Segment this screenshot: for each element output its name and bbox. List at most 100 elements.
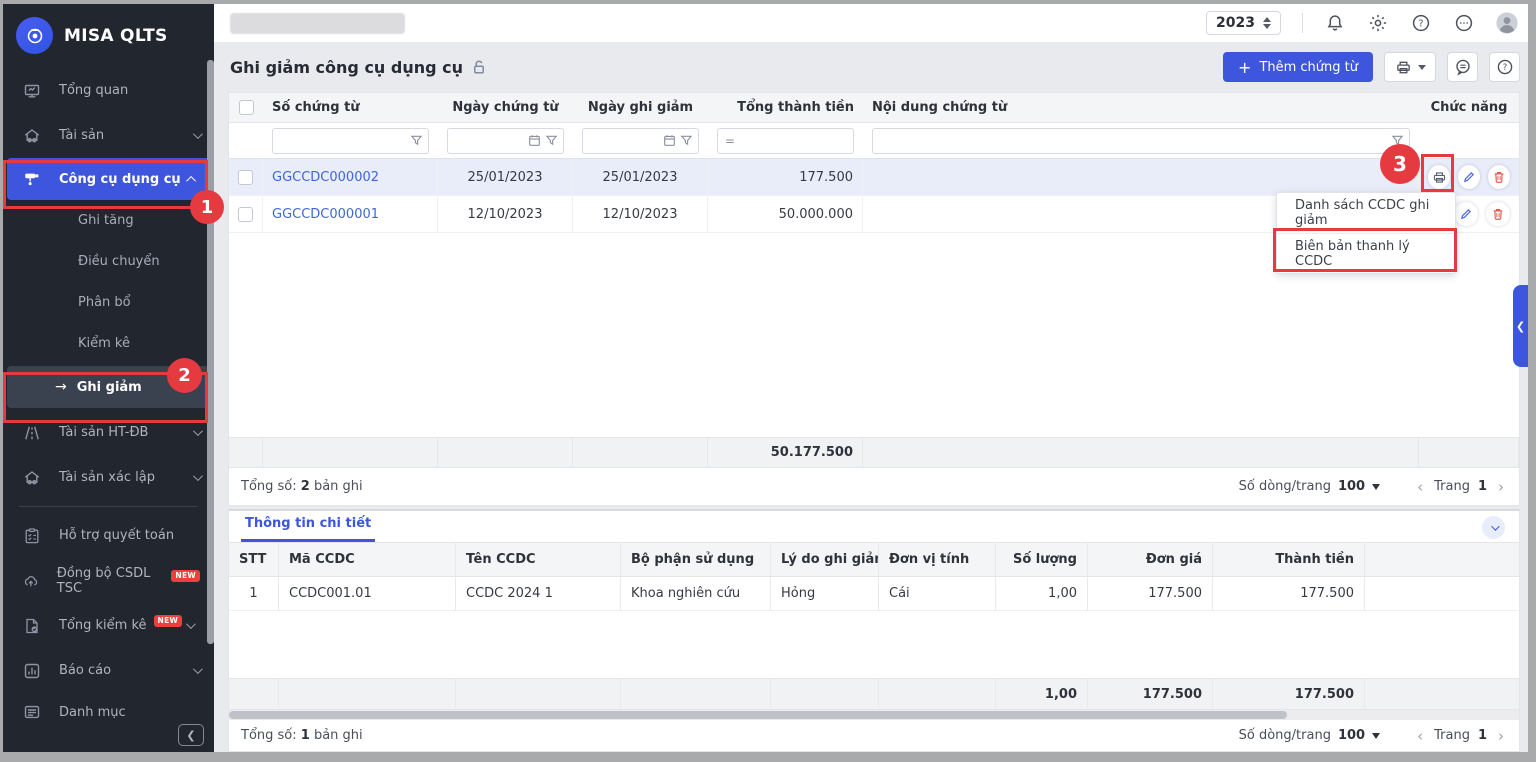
record-count: 2 — [301, 479, 310, 494]
app-window: MISA QLTS Tổng quan Tài sản Công cụ dụng… — [3, 4, 1528, 752]
col-don-gia[interactable]: Đơn giá — [1088, 543, 1213, 576]
total-records-label: Tổng số: — [241, 479, 297, 494]
new-badge: NEW — [171, 570, 200, 582]
header-actions: + Thêm chứng từ ? — [1223, 52, 1520, 82]
col-so-luong[interactable]: Số lượng — [996, 543, 1088, 576]
detail-collapse-button[interactable] — [1482, 516, 1505, 539]
add-document-button[interactable]: + Thêm chứng từ — [1223, 52, 1373, 82]
settings-gear-icon[interactable] — [1367, 12, 1389, 34]
prev-page-button[interactable]: ‹ — [1414, 727, 1426, 745]
col-ma-ccdc[interactable]: Mã CCDC — [279, 543, 456, 576]
sidebar-item-tong-kiem-ke[interactable]: Tổng kiểm kê NEW — [3, 603, 214, 648]
unlock-icon[interactable] — [471, 59, 487, 75]
horizontal-scrollbar-thumb[interactable] — [229, 711, 1287, 719]
col-total-amount[interactable]: Tổng thành tiền — [708, 93, 863, 122]
row-checkbox[interactable] — [238, 170, 253, 185]
report-icon — [23, 662, 41, 680]
print-row-button[interactable] — [1428, 165, 1450, 189]
tools-icon — [23, 170, 41, 188]
col-reduce-date[interactable]: Ngày ghi giảm — [573, 93, 708, 122]
sidebar-subitem-phan-bo[interactable]: Phân bổ — [3, 282, 214, 323]
delete-row-button[interactable] — [1488, 165, 1510, 189]
calendar-icon — [663, 134, 676, 147]
next-page-button[interactable]: › — [1495, 478, 1507, 496]
help-button[interactable]: ? — [1489, 52, 1520, 82]
sidebar-item-bao-cao[interactable]: Báo cáo — [3, 648, 214, 693]
row-checkbox[interactable] — [238, 207, 253, 222]
delete-row-button[interactable] — [1486, 202, 1510, 226]
detail-footer: Tổng số: 1 bản ghi Số dòng/trang 100 ‹ T… — [228, 720, 1520, 752]
notifications-bell-icon[interactable] — [1324, 12, 1346, 34]
col-bo-phan[interactable]: Bộ phận sử dụng — [621, 543, 771, 576]
reduce-date-filter-input[interactable] — [582, 128, 699, 154]
sidebar-item-label: Công cụ dụng cụ — [59, 172, 181, 187]
equals-operator[interactable]: = — [723, 134, 735, 148]
filter-row: = — [229, 123, 1519, 159]
page-label: Trang — [1434, 479, 1470, 494]
topbar-divider — [1302, 13, 1303, 33]
edit-row-button[interactable] — [1458, 165, 1480, 189]
doc-no-link[interactable]: GGCCDC000001 — [272, 207, 379, 222]
help-icon[interactable]: ? — [1410, 12, 1432, 34]
amount-filter-input[interactable]: = — [717, 128, 854, 154]
prev-page-button[interactable]: ‹ — [1414, 478, 1426, 496]
print-dropdown-button[interactable] — [1384, 52, 1436, 82]
sidebar-item-tai-san-xac-lap[interactable]: Tài sản xác lập — [3, 455, 214, 500]
table-row[interactable]: GGCCDC000002 25/01/2023 25/01/2023 177.5… — [229, 159, 1519, 196]
col-stt[interactable]: STT — [229, 543, 279, 576]
select-all-checkbox[interactable] — [239, 100, 254, 115]
sidebar-item-tong-quan[interactable]: Tổng quan — [3, 68, 214, 113]
sidebar-item-tai-san[interactable]: Tài sản — [3, 113, 214, 158]
col-content[interactable]: Nội dung chứng từ — [863, 93, 1419, 122]
doc-no-link[interactable]: GGCCDC000002 — [272, 170, 379, 185]
page-number: 1 — [1478, 479, 1487, 494]
user-avatar[interactable] — [1496, 12, 1518, 34]
content-filter-input[interactable] — [872, 128, 1410, 154]
sidebar-subitem-dieu-chuyen[interactable]: Điều chuyển — [3, 241, 214, 282]
feedback-chat-button[interactable] — [1447, 52, 1478, 82]
sidebar-collapse-button[interactable]: ❮ — [178, 724, 204, 746]
year-selector[interactable]: 2023 — [1206, 11, 1281, 35]
chevron-down-icon — [193, 426, 203, 436]
col-ten-ccdc[interactable]: Tên CCDC — [456, 543, 621, 576]
table-header-row: Số chứng từ Ngày chứng từ Ngày ghi giảm … — [229, 93, 1519, 123]
sidebar-item-dong-bo-csdl-tsc[interactable]: Đồng bộ CSDL TSC NEW — [3, 558, 214, 603]
detail-tabbar: Thông tin chi tiết — [228, 509, 1520, 543]
year-spinner[interactable] — [1263, 17, 1271, 29]
sidebar-item-ho-tro-quyet-toan[interactable]: Hỗ trợ quyết toán — [3, 513, 214, 558]
select-caret-icon — [1372, 733, 1380, 739]
printer-icon — [1395, 59, 1412, 76]
next-page-button[interactable]: › — [1495, 727, 1507, 745]
chat-icon — [1454, 58, 1472, 76]
sidebar-scrollbar[interactable] — [207, 60, 214, 644]
sidebar-bottom: ❮ — [178, 724, 204, 746]
rows-per-page-select[interactable]: Số dòng/trang 100 — [1239, 728, 1380, 743]
col-doc-date[interactable]: Ngày chứng từ — [438, 93, 573, 122]
svg-text:?: ? — [1502, 63, 1507, 73]
sidebar-item-tai-san-ht-db[interactable]: Tài sản HT-ĐB — [3, 410, 214, 455]
pagination: Số dòng/trang 100 ‹ Trang 1 › — [1239, 478, 1507, 496]
col-doc-no[interactable]: Số chứng từ — [263, 93, 438, 122]
right-panel-toggle[interactable]: ❮ — [1513, 285, 1528, 367]
menu-item-danh-sach-ccdc[interactable]: Danh sách CCDC ghi giảm — [1277, 193, 1455, 233]
records-suffix: bản ghi — [314, 479, 363, 494]
detail-row[interactable]: 1 CCDC001.01 CCDC 2024 1 Khoa nghiên cứu… — [228, 577, 1520, 611]
rows-per-page-select[interactable]: Số dòng/trang 100 — [1239, 479, 1380, 494]
active-arrow-icon: → — [55, 379, 67, 395]
sidebar-item-cong-cu-dung-cu[interactable]: Công cụ dụng cụ — [7, 158, 210, 200]
horizontal-scrollbar — [228, 710, 1520, 720]
row-actions — [1428, 165, 1510, 189]
more-options-icon[interactable] — [1453, 12, 1475, 34]
tab-thong-tin-chi-tiet[interactable]: Thông tin chi tiết — [241, 516, 375, 542]
sidebar-subitem-ghi-tang[interactable]: Ghi tăng — [3, 200, 214, 241]
sidebar-subitem-ghi-giam[interactable]: → Ghi giảm — [7, 366, 210, 408]
edit-row-button[interactable] — [1454, 202, 1478, 226]
menu-item-bien-ban-thanh-ly[interactable]: Biên bản thanh lý CCDC — [1277, 233, 1455, 273]
doc-date-filter-input[interactable] — [447, 128, 564, 154]
col-ly-do[interactable]: Lý do ghi giảm — [771, 543, 879, 576]
col-don-vi[interactable]: Đơn vị tính — [879, 543, 996, 576]
col-actions[interactable]: Chức năng — [1419, 93, 1519, 122]
col-thanh-tien[interactable]: Thành tiền — [1213, 543, 1365, 576]
doc-no-filter-input[interactable] — [272, 128, 429, 154]
sidebar-subitem-kiem-ke[interactable]: Kiểm kê — [3, 323, 214, 364]
